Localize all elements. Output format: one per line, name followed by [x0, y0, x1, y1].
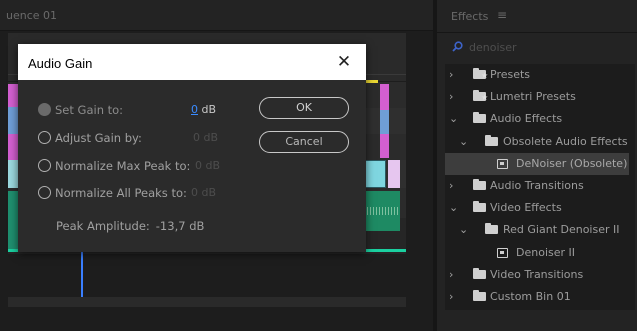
chevron-right-icon[interactable]: › — [449, 286, 453, 308]
effects-tab-title[interactable]: Effects — [451, 10, 488, 23]
folder-icon — [473, 201, 486, 213]
close-icon[interactable]: ✕ — [330, 49, 358, 75]
playhead[interactable] — [81, 252, 83, 300]
effects-tree-item[interactable]: ⌄ Obsolete Audio Effects — [445, 131, 635, 153]
audio-clip-left[interactable] — [8, 191, 18, 249]
sequence-tab[interactable]: uence 01 — [0, 0, 433, 31]
adjust-gain-radio[interactable] — [38, 131, 51, 144]
chevron-right-icon[interactable]: › — [449, 86, 453, 108]
video-clip-left[interactable] — [8, 84, 18, 160]
effects-tree: › ★ Presets › ★ Lumetri Presets ⌄ Audio Effects… — [445, 64, 635, 310]
video-clip-right-blue[interactable] — [380, 110, 389, 134]
normalize-all-peaks-label: Normalize All Peaks to: — [55, 186, 187, 200]
normalize-all-peaks-value: 0 dB — [191, 186, 217, 199]
chevron-right-icon[interactable]: › — [449, 264, 453, 286]
chevron-down-icon[interactable]: ⌄ — [459, 219, 468, 241]
effects-tree-item[interactable]: › Audio Transitions — [445, 175, 635, 197]
clip-right-cyan[interactable] — [364, 160, 386, 188]
folder-icon — [473, 112, 486, 124]
effects-tree-label: Lumetri Presets — [490, 90, 576, 104]
normalize-max-peak-radio[interactable] — [38, 159, 51, 172]
panel-menu-icon[interactable]: ≡ — [497, 8, 507, 22]
sequence-tab-label: uence 01 — [6, 9, 58, 22]
set-gain-radio[interactable] — [38, 103, 51, 116]
effects-tree-item[interactable]: Denoiser II — [445, 242, 635, 264]
cancel-button[interactable]: Cancel — [259, 131, 349, 153]
effects-tree-label: Custom Bin 01 — [490, 290, 571, 303]
normalize-all-peaks-radio[interactable] — [38, 186, 51, 199]
folder-icon — [485, 134, 498, 146]
effects-tree-label: DeNoiser (Obsolete) — [516, 156, 628, 170]
in-out-marker — [364, 80, 378, 83]
dialog-title: Audio Gain — [28, 56, 93, 71]
set-gain-unit: dB — [198, 103, 217, 116]
video-clip-right-magenta[interactable] — [380, 84, 389, 110]
chevron-down-icon[interactable]: ⌄ — [459, 131, 468, 153]
effects-tree-label: Video Effects — [490, 201, 562, 215]
adjust-gain-value: 0 dB — [193, 131, 219, 144]
adjust-gain-label: Adjust Gain by: — [55, 131, 142, 145]
effects-tree-item[interactable]: › ★ Presets — [445, 64, 635, 86]
set-gain-value[interactable]: 0 dB — [191, 103, 216, 116]
effects-tree-label: Denoiser II — [516, 245, 576, 259]
star-icon: ★ — [481, 93, 489, 103]
preset-folder-icon: ★ — [473, 68, 488, 80]
effects-tree-item[interactable]: DeNoiser (Obsolete) — [445, 152, 629, 175]
folder-icon — [473, 290, 486, 301]
effects-scrollbar[interactable] — [629, 64, 635, 310]
peak-amplitude: Peak Amplitude: -13,7 dB — [56, 219, 204, 233]
effects-tree-item[interactable]: › Custom Bin 01 — [445, 286, 635, 308]
effects-tree-label: Presets — [490, 68, 531, 81]
chevron-right-icon[interactable]: › — [449, 175, 453, 197]
chevron-right-icon[interactable]: › — [449, 64, 453, 86]
effects-tree-item[interactable]: ⌄ Red Giant Denoiser II — [445, 219, 635, 241]
effects-tree-label: Obsolete Audio Effects — [503, 134, 628, 148]
timeline-scrollbar[interactable] — [8, 297, 406, 307]
effect-icon — [497, 158, 508, 169]
chevron-down-icon[interactable]: ⌄ — [449, 108, 458, 130]
set-gain-label: Set Gain to: — [55, 103, 124, 117]
folder-icon — [473, 179, 486, 190]
normalize-max-peak-value: 0 dB — [195, 159, 221, 172]
clip-left-cyan[interactable] — [8, 160, 18, 188]
effects-tree-item[interactable]: › Video Transitions — [445, 264, 635, 286]
effects-header: Effects ≡ — [437, 0, 637, 33]
set-gain-number[interactable]: 0 — [191, 103, 198, 116]
chevron-down-icon[interactable]: ⌄ — [449, 197, 458, 219]
effects-tree-label: Red Giant Denoiser II — [503, 223, 620, 237]
effects-tree-item[interactable]: ⌄ Video Effects — [445, 197, 635, 219]
ok-button[interactable]: OK — [259, 97, 349, 119]
audio-clip-right[interactable] — [364, 191, 400, 231]
audio-gain-dialog: Audio Gain ✕ Set Gain to: 0 dB Adjust Ga… — [18, 44, 366, 252]
peak-amplitude-label: Peak Amplitude: — [56, 219, 150, 233]
search-input[interactable] — [469, 38, 619, 56]
preset-folder-icon: ★ — [473, 90, 488, 102]
effect-icon — [497, 247, 508, 258]
folder-icon — [473, 267, 486, 279]
effects-panel: Effects ≡ ›★Presets›★Lumetri Presets⌄Aud… — [437, 0, 637, 331]
folder-icon — [485, 223, 498, 235]
effects-search[interactable] — [445, 36, 633, 58]
effects-tree-label: Video Transitions — [490, 267, 584, 281]
effects-tree-item[interactable]: › ★ Lumetri Presets — [445, 86, 635, 108]
star-icon: ★ — [481, 71, 489, 80]
dialog-titlebar[interactable]: Audio Gain ✕ — [18, 44, 366, 80]
effects-tree-label: Audio Transitions — [490, 179, 584, 192]
peak-amplitude-value: -13,7 dB — [155, 219, 205, 233]
effects-tree-item[interactable]: ⌄ Audio Effects — [445, 108, 635, 130]
normalize-max-peak-label: Normalize Max Peak to: — [55, 159, 191, 173]
search-icon — [452, 41, 463, 52]
effects-tree-label: Audio Effects — [490, 112, 563, 126]
clip-right-lilac[interactable] — [388, 160, 400, 188]
video-clip-right-magenta-2[interactable] — [380, 134, 389, 158]
